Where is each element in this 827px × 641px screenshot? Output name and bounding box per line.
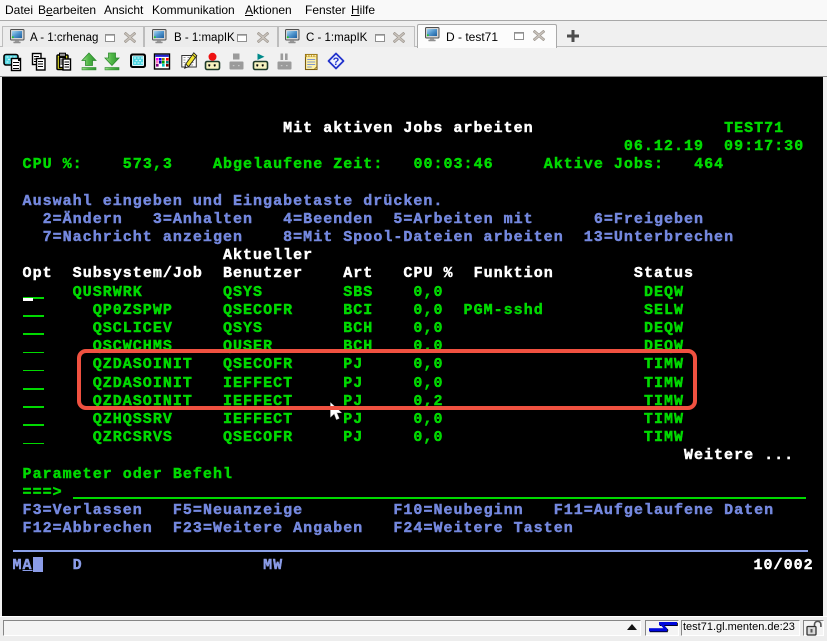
svg-text:?: ?: [332, 56, 339, 68]
